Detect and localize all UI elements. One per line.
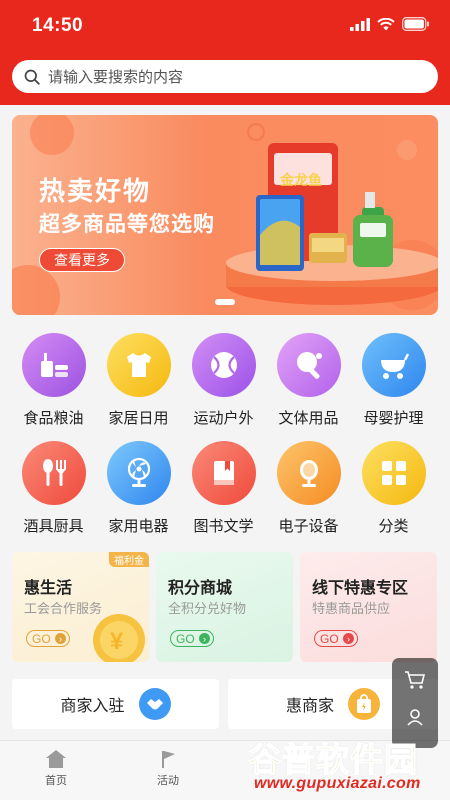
search-icon xyxy=(24,69,40,85)
svg-text:金龙鱼: 金龙鱼 xyxy=(279,172,322,188)
category-label: 文体用品 xyxy=(278,410,339,427)
hui-merchant-label: 惠商家 xyxy=(285,698,334,715)
category-label: 图书文学 xyxy=(193,518,254,535)
category-label: 母婴护理 xyxy=(363,410,424,427)
banner-subtitle: 超多商品等您选购 xyxy=(39,213,215,236)
card-title: 积分商城 xyxy=(168,580,233,597)
category-label: 分类 xyxy=(378,518,409,535)
cart-icon[interactable] xyxy=(404,670,426,690)
watermark-title: 谷普软件园 xyxy=(247,740,418,778)
shirt-icon xyxy=(106,333,171,397)
category-label: 运动户外 xyxy=(193,410,254,427)
category-food[interactable]: 食品粮油 xyxy=(11,333,96,428)
user-icon[interactable] xyxy=(406,708,424,726)
search-bar[interactable]: 请输入要搜索的内容 xyxy=(12,60,438,93)
category-stationery[interactable]: 文体用品 xyxy=(266,333,351,428)
svg-text:¥: ¥ xyxy=(110,628,124,655)
category-row-1: 食品粮油 家居日用 运动户外 文体用品 母婴护理 xyxy=(0,333,450,428)
category-label: 电子设备 xyxy=(278,518,339,535)
card-subtitle: 全积分兑好物 xyxy=(168,601,247,616)
go-button[interactable]: GO › xyxy=(314,630,358,647)
go-button[interactable]: GO › xyxy=(26,630,70,647)
merchant-join-button[interactable]: 商家入驻 xyxy=(12,679,219,729)
signal-icon xyxy=(350,17,370,31)
cutlery-icon xyxy=(21,441,86,505)
merchant-join-label: 商家入驻 xyxy=(60,698,125,715)
handshake-icon xyxy=(138,688,171,720)
fan-icon xyxy=(106,441,171,505)
banner-title: 热卖好物 xyxy=(39,176,152,206)
category-kitchen[interactable]: 酒具厨具 xyxy=(11,441,96,536)
category-row-2: 酒具厨具 家用电器 图书文学 电子设备 分类 xyxy=(0,441,450,536)
search-placeholder: 请输入要搜索的内容 xyxy=(48,69,184,86)
watermark-url: www.gupuxiazai.com xyxy=(254,775,421,792)
card-title: 惠生活 xyxy=(24,580,73,597)
tab-activity[interactable]: 活动 xyxy=(143,749,193,788)
promo-banner[interactable]: 金龙鱼 热卖好物 超多商品等您选购 查看更多 xyxy=(12,115,438,315)
carousel-indicator[interactable] xyxy=(215,299,235,305)
view-more-button[interactable]: 查看更多 xyxy=(39,248,125,272)
category-all[interactable]: 分类 xyxy=(351,441,436,536)
category-appliance[interactable]: 家用电器 xyxy=(96,441,181,536)
stroller-icon xyxy=(361,333,426,397)
battery-icon xyxy=(402,17,429,31)
category-home[interactable]: 家居日用 xyxy=(96,333,181,428)
food-icon xyxy=(21,333,86,397)
pingpong-icon xyxy=(276,333,341,397)
tab-label: 活动 xyxy=(157,775,179,787)
mirror-icon xyxy=(276,441,341,505)
tab-home[interactable]: 首页 xyxy=(31,749,81,788)
bag-icon xyxy=(348,688,380,720)
card-offline-deals[interactable]: 线下特惠专区 特惠商品供应 GO › xyxy=(300,552,437,662)
category-label: 家居日用 xyxy=(108,410,169,427)
flag-icon xyxy=(162,751,175,768)
coin-icon: ¥ xyxy=(93,614,145,662)
card-points-mall[interactable]: 积分商城 全积分兑好物 GO › xyxy=(156,552,293,662)
home-icon xyxy=(46,750,66,768)
status-bar: 14:50 xyxy=(0,0,450,52)
category-sports[interactable]: 运动户外 xyxy=(181,333,266,428)
category-label: 家用电器 xyxy=(108,518,169,535)
category-label: 食品粮油 xyxy=(23,410,84,427)
wifi-icon xyxy=(377,17,395,30)
status-time: 14:50 xyxy=(32,15,84,36)
status-icons xyxy=(350,17,430,31)
card-title: 线下特惠专区 xyxy=(312,580,409,597)
category-baby[interactable]: 母婴护理 xyxy=(351,333,436,428)
book-icon xyxy=(191,441,256,505)
card-hui-life[interactable]: 福利金 惠生活 工会合作服务 ¥ GO › xyxy=(12,552,149,662)
tab-label: 首页 xyxy=(45,775,67,787)
category-label: 酒具厨具 xyxy=(23,518,84,535)
category-books[interactable]: 图书文学 xyxy=(181,441,266,536)
promo-cards: 福利金 惠生活 工会合作服务 ¥ GO › 积分商城 全积分兑好物 GO › 线下特… xyxy=(12,552,438,662)
welfare-tag: 福利金 xyxy=(109,552,149,567)
category-electronics[interactable]: 电子设备 xyxy=(266,441,351,536)
go-button[interactable]: GO › xyxy=(170,630,214,647)
card-subtitle: 特惠商品供应 xyxy=(312,601,391,616)
grid-icon xyxy=(361,441,426,505)
ball-icon xyxy=(191,333,256,397)
watermark: 谷普软件园 www.gupuxiazai.com xyxy=(247,733,448,797)
